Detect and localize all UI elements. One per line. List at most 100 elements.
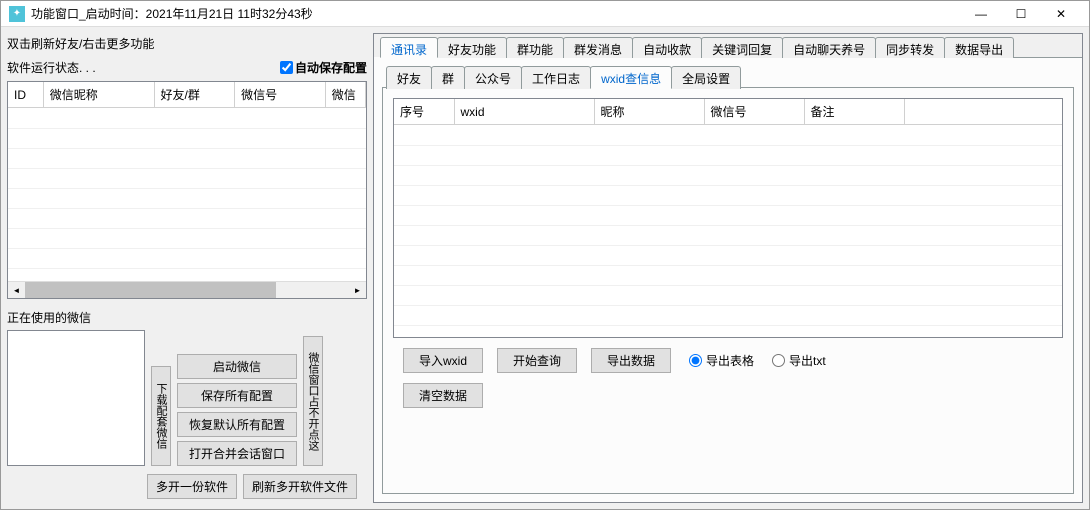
export-txt-label: 导出txt: [789, 352, 826, 369]
export-table-input[interactable]: [689, 354, 702, 367]
col-wxid2[interactable]: wxid: [454, 99, 594, 125]
maximize-button[interactable]: ☐: [1001, 2, 1041, 26]
restore-default-button[interactable]: 恢复默认所有配置: [177, 412, 297, 437]
table-row[interactable]: [8, 188, 366, 208]
left-table-body[interactable]: [8, 108, 366, 281]
table-row[interactable]: [8, 168, 366, 188]
tab-sync-forward[interactable]: 同步转发: [875, 37, 945, 58]
tab-group-func[interactable]: 群功能: [506, 37, 564, 58]
subtab-groups[interactable]: 群: [431, 66, 465, 89]
table-row[interactable]: [8, 108, 366, 128]
table-row[interactable]: [8, 208, 366, 228]
sub-tab-row: 好友 群 公众号 工作日志 wxid查信息 全局设置: [382, 65, 1074, 88]
scroll-left-icon[interactable]: ◄: [8, 282, 25, 299]
body-area: 双击刷新好友/右击更多功能 软件运行状态. . . 自动保存配置 ID 微信昵称…: [1, 27, 1089, 509]
col-nick2[interactable]: 昵称: [594, 99, 704, 125]
autosave-label: 自动保存配置: [295, 59, 367, 76]
tab-keyword-reply[interactable]: 关键词回复: [701, 37, 783, 58]
right-table: 序号 wxid 昵称 微信号 备注: [393, 98, 1063, 338]
scroll-right-icon[interactable]: ►: [349, 282, 366, 299]
start-query-button[interactable]: 开始查询: [497, 348, 577, 373]
subtab-official[interactable]: 公众号: [464, 66, 522, 89]
right-table-header: 序号 wxid 昵称 微信号 备注: [394, 99, 1062, 125]
right-table-body[interactable]: [394, 125, 1062, 338]
table-row[interactable]: [394, 145, 1062, 165]
app-window: ✦ 功能窗口_启动时间：2021年11月21日 11时32分43秒 — ☐ ✕ …: [0, 0, 1090, 510]
col-wx[interactable]: 微信: [325, 82, 365, 108]
col-wxid[interactable]: 微信号: [235, 82, 326, 108]
col-blank: [904, 99, 1062, 125]
save-all-config-button[interactable]: 保存所有配置: [177, 383, 297, 408]
export-txt-radio[interactable]: 导出txt: [772, 352, 826, 369]
left-table: ID 微信昵称 好友/群 微信号 微信: [7, 81, 367, 299]
right-panel: 通讯录 好友功能 群功能 群发消息 自动收款 关键词回复 自动聊天养号 同步转发…: [373, 33, 1083, 503]
hint-text: 双击刷新好友/右击更多功能: [7, 35, 367, 52]
main-tab-row: 通讯录 好友功能 群功能 群发消息 自动收款 关键词回复 自动聊天养号 同步转发…: [374, 34, 1082, 57]
subtab-worklog[interactable]: 工作日志: [521, 66, 591, 89]
table-row[interactable]: [8, 148, 366, 168]
left-table-header: ID 微信昵称 好友/群 微信号 微信: [8, 82, 366, 108]
table-row[interactable]: [394, 305, 1062, 325]
table-row[interactable]: [394, 205, 1062, 225]
bottom-row2: 多开一份软件 刷新多开软件文件: [7, 474, 367, 499]
tab-contacts[interactable]: 通讯录: [380, 37, 438, 58]
export-txt-input[interactable]: [772, 354, 785, 367]
active-wechat-box[interactable]: [7, 330, 145, 466]
inner-panel: 好友 群 公众号 工作日志 wxid查信息 全局设置 序号 wxid: [374, 57, 1082, 502]
table-row[interactable]: [394, 245, 1062, 265]
hint-row: 双击刷新好友/右击更多功能: [7, 33, 367, 53]
action-row: 导入wxid 开始查询 导出数据 导出表格 导出txt: [393, 348, 1063, 373]
action-row-2: 清空数据: [393, 383, 1063, 408]
autosave-checkbox[interactable]: 自动保存配置: [280, 59, 367, 76]
close-button[interactable]: ✕: [1041, 2, 1081, 26]
import-wxid-button[interactable]: 导入wxid: [403, 348, 483, 373]
titlebar: ✦ 功能窗口_启动时间：2021年11月21日 11时32分43秒 — ☐ ✕: [1, 1, 1089, 27]
clear-data-button[interactable]: 清空数据: [403, 383, 483, 408]
export-table-radio[interactable]: 导出表格: [689, 352, 754, 369]
export-table-label: 导出表格: [706, 352, 754, 369]
table-row[interactable]: [394, 265, 1062, 285]
col-wxnum[interactable]: 微信号: [704, 99, 804, 125]
table-row[interactable]: [394, 165, 1062, 185]
left-panel: 双击刷新好友/右击更多功能 软件运行状态. . . 自动保存配置 ID 微信昵称…: [7, 33, 367, 503]
status-row: 软件运行状态. . . 自动保存配置: [7, 57, 367, 77]
export-data-button[interactable]: 导出数据: [591, 348, 671, 373]
subtab-friends[interactable]: 好友: [386, 66, 432, 89]
window-title: 功能窗口_启动时间：2021年11月21日 11时32分43秒: [31, 5, 961, 22]
tab-mass-msg[interactable]: 群发消息: [563, 37, 633, 58]
refresh-multi-files-button[interactable]: 刷新多开软件文件: [243, 474, 357, 499]
status-text: 软件运行状态. . .: [7, 59, 280, 76]
tab-friend-func[interactable]: 好友功能: [437, 37, 507, 58]
tab-export[interactable]: 数据导出: [944, 37, 1014, 58]
table-row[interactable]: [394, 125, 1062, 145]
multi-open-button[interactable]: 多开一份软件: [147, 474, 237, 499]
table-row[interactable]: [394, 225, 1062, 245]
col-id[interactable]: ID: [8, 82, 43, 108]
download-wechat-button[interactable]: 下载配套微信: [151, 366, 171, 466]
table-row[interactable]: [394, 285, 1062, 305]
tab-auto-chat[interactable]: 自动聊天养号: [782, 37, 876, 58]
col-seq[interactable]: 序号: [394, 99, 454, 125]
using-wechat-label: 正在使用的微信: [7, 309, 367, 326]
h-scrollbar[interactable]: ◄ ►: [8, 281, 366, 298]
table-row[interactable]: [8, 128, 366, 148]
tab-auto-collect[interactable]: 自动收款: [632, 37, 702, 58]
launch-wechat-button[interactable]: 启动微信: [177, 354, 297, 379]
col-friend[interactable]: 好友/群: [154, 82, 235, 108]
table-row[interactable]: [8, 228, 366, 248]
col-remark[interactable]: 备注: [804, 99, 904, 125]
scroll-thumb[interactable]: [25, 282, 276, 298]
table-row[interactable]: [394, 185, 1062, 205]
open-merge-window-button[interactable]: 打开合并会话窗口: [177, 441, 297, 466]
minimize-button[interactable]: —: [961, 2, 1001, 26]
bottom-area: 下载配套微信 启动微信 保存所有配置 恢复默认所有配置 打开合并会话窗口 微信窗…: [7, 330, 367, 466]
autosave-check-input[interactable]: [280, 61, 293, 74]
subtab-wxid-query[interactable]: wxid查信息: [590, 66, 672, 89]
table-row[interactable]: [8, 248, 366, 268]
wechat-window-help-button[interactable]: 微信窗口占不开点这: [303, 336, 323, 466]
sub-panel-body: 序号 wxid 昵称 微信号 备注: [382, 87, 1074, 494]
window-controls: — ☐ ✕: [961, 2, 1081, 26]
subtab-global[interactable]: 全局设置: [671, 66, 741, 89]
col-nick[interactable]: 微信昵称: [43, 82, 154, 108]
button-stack: 启动微信 保存所有配置 恢复默认所有配置 打开合并会话窗口: [177, 354, 297, 466]
